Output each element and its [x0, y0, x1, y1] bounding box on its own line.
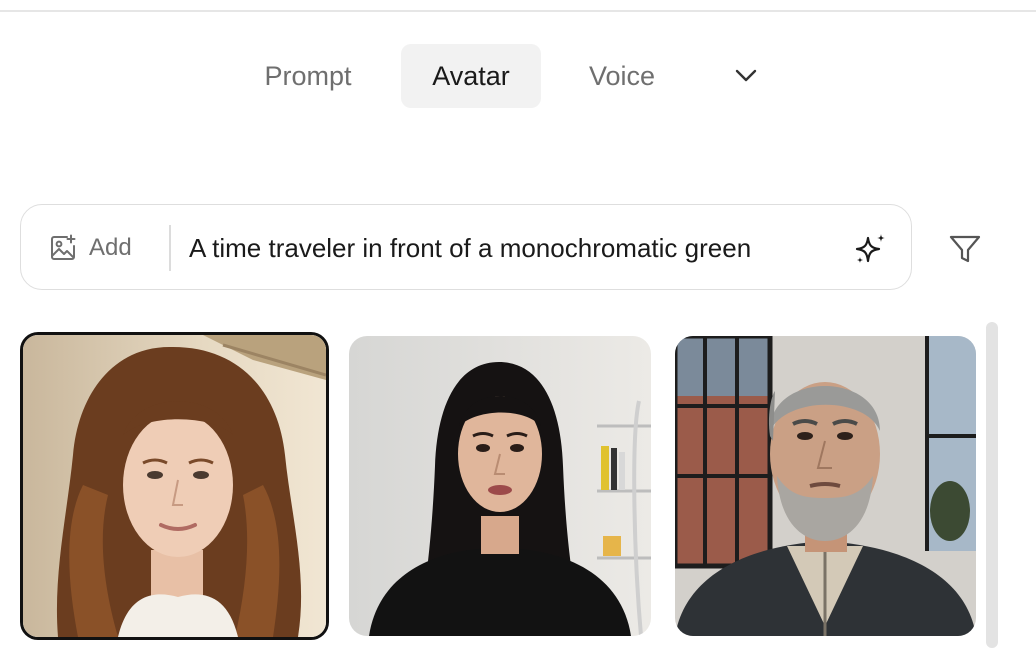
- sparkle-icon: [855, 234, 885, 263]
- avatar-image-gray-hair-man: [675, 336, 976, 636]
- generate-button[interactable]: [851, 229, 891, 269]
- tab-voice[interactable]: Voice: [566, 44, 678, 108]
- chevron-down-icon: [735, 69, 757, 82]
- avatar-card[interactable]: [349, 336, 651, 636]
- avatar-list-scrollbar[interactable]: [986, 322, 998, 648]
- search-divider: [169, 225, 171, 271]
- add-image-button[interactable]: Add: [49, 227, 132, 269]
- avatar-prompt-input[interactable]: [189, 225, 839, 271]
- filter-icon: [949, 235, 981, 263]
- more-tabs-button[interactable]: [724, 58, 768, 94]
- avatar-image-dark-hair-woman: [349, 336, 651, 636]
- avatar-card[interactable]: [675, 336, 976, 636]
- avatar-card-selected[interactable]: [20, 332, 329, 640]
- tab-prompt[interactable]: Prompt: [244, 44, 372, 108]
- tab-avatar[interactable]: Avatar: [401, 44, 541, 108]
- avatar-image-curly-hair-woman: [23, 335, 326, 637]
- add-image-label: Add: [89, 234, 132, 261]
- avatar-prompt-bar: Add: [20, 204, 912, 290]
- top-divider: [0, 10, 1036, 12]
- image-plus-icon: [51, 234, 76, 260]
- filter-button[interactable]: [944, 228, 986, 270]
